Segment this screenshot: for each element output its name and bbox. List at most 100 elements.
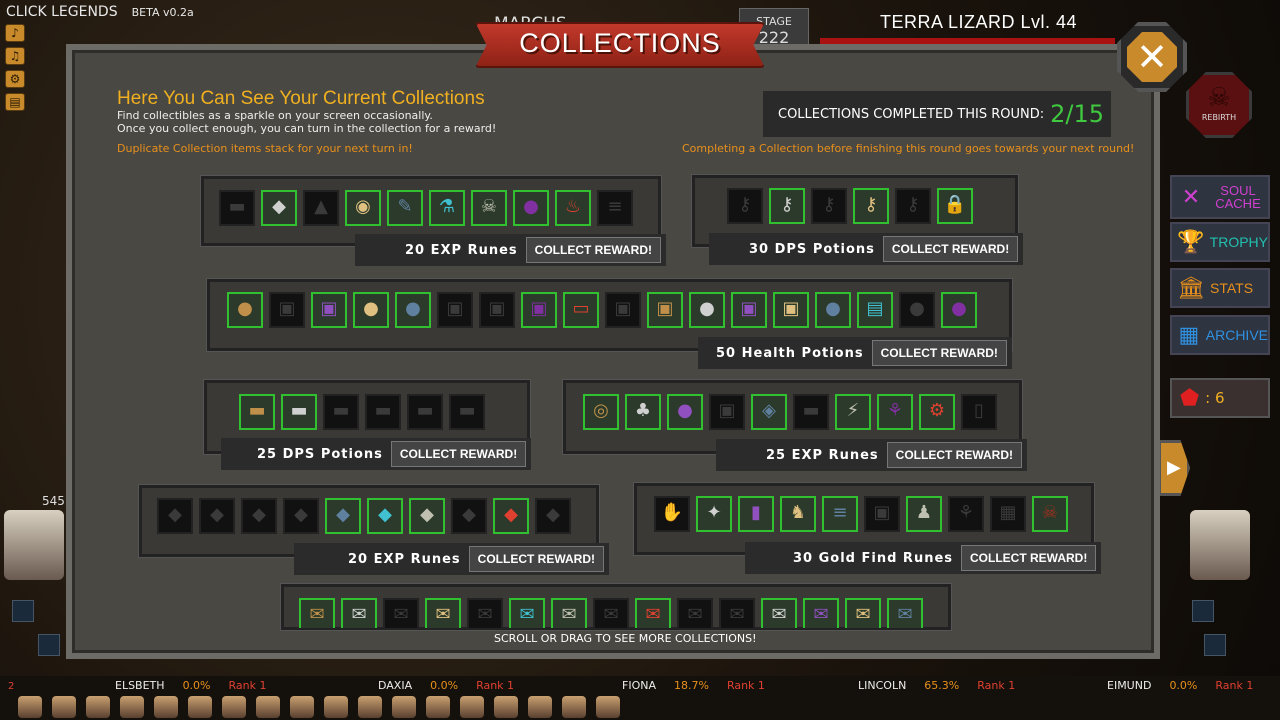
collection-items: ● ▣ ▣ ● ● ▣ ▣ ▣ ▭ ▣ ▣ ● ▣ ▣ ● ▤ ● ● — [227, 292, 977, 328]
book-icon: ▬ — [332, 400, 350, 421]
reward-name: 30 DPS Potions — [749, 241, 875, 257]
collection-reward-row: 30 Gold Find Runes COLLECT REWARD! — [745, 542, 1102, 574]
hero-rank: Rank 1 — [228, 679, 267, 692]
hero-avatar[interactable] — [426, 696, 450, 718]
hero-avatar[interactable] — [120, 696, 144, 718]
gem-icon: ◆ — [210, 504, 224, 525]
hero-avatar[interactable] — [154, 696, 178, 718]
gem-icon: ◆ — [294, 504, 308, 525]
collectible-gem-owned: ◆ — [325, 498, 361, 534]
skill-icon[interactable] — [1204, 634, 1226, 656]
stats-button[interactable]: 🏛 STATS — [1170, 268, 1270, 308]
hero-avatar[interactable] — [460, 696, 484, 718]
hero-avatar[interactable] — [528, 696, 552, 718]
collectible-claw-missing: ✋ — [654, 496, 690, 532]
chest-icon: ▣ — [740, 298, 758, 319]
gem-icon: ◆ — [462, 504, 476, 525]
letter-icon: ✉ — [687, 604, 703, 625]
collectible-book-owned: ▬ — [281, 394, 317, 430]
collectible-chest-owned: ▣ — [647, 292, 683, 328]
hero-avatar[interactable] — [494, 696, 518, 718]
hero-stat: DAXIA 0.0% Rank 1 — [378, 679, 514, 692]
scroll-icon: ≡ — [832, 502, 848, 523]
hero-avatar[interactable] — [358, 696, 382, 718]
duplicate-note: Duplicate Collection items stack for you… — [117, 142, 413, 155]
chest-icon: ▣ — [488, 298, 506, 319]
hero-avatar[interactable] — [222, 696, 246, 718]
trophy-label: TROPHY — [1209, 234, 1268, 250]
crate-icon: ▭ — [572, 298, 590, 319]
reward-name: 25 EXP Runes — [766, 447, 879, 463]
pot-icon: ● — [951, 298, 967, 319]
collectible-totem-owned: ▮ — [738, 496, 774, 532]
subtext-line-1: Find collectibles as a sparkle on your s… — [117, 109, 433, 122]
book-icon: ▬ — [374, 400, 392, 421]
letter-icon: ✉ — [561, 604, 577, 625]
soul-cache-button[interactable]: ✕ SOUL CACHE — [1170, 175, 1270, 219]
book-icon: ▬ — [416, 400, 434, 421]
chest-icon: ▣ — [320, 298, 338, 319]
collectible-book-missing: ▬ — [407, 394, 443, 430]
collectible-letter-missing: ✉ — [383, 598, 419, 628]
hero-name: DAXIA — [378, 679, 413, 692]
collectible-imp-owned: ♞ — [780, 496, 816, 532]
hero-rank: Rank 1 — [977, 679, 1016, 692]
hero-avatar[interactable] — [324, 696, 348, 718]
hero-avatar[interactable] — [290, 696, 314, 718]
hero-avatar[interactable] — [256, 696, 280, 718]
collectible-gem-owned: ◆ — [367, 498, 403, 534]
collect-reward-button[interactable]: COLLECT REWARD! — [525, 237, 661, 263]
collectible-key-missing: ⚷ — [895, 188, 931, 224]
hero-avatar[interactable] — [18, 696, 42, 718]
speaker-icon[interactable]: ♪ — [5, 24, 25, 42]
collect-reward-button[interactable]: COLLECT REWARD! — [882, 236, 1019, 262]
collect-reward-button[interactable]: COLLECT REWARD! — [468, 546, 604, 572]
hero-percent: 0.0% — [182, 679, 211, 692]
collect-reward-button[interactable]: COLLECT REWARD! — [390, 441, 527, 467]
gear-icon[interactable]: ⚙ — [5, 70, 25, 88]
close-button[interactable]: ✕ — [1117, 22, 1187, 92]
rebirth-button[interactable]: ☠ REBIRTH — [1186, 72, 1252, 138]
padlock-icon: 🔒 — [943, 194, 967, 215]
collectible-skull-owned: ☠ — [1032, 496, 1068, 532]
collectible-scroll-owned: ≡ — [822, 496, 858, 532]
hero-percent: 18.7% — [673, 679, 709, 692]
collectible-gear-owned: ⚙ — [919, 394, 955, 430]
collectible-cauldron-owned: ● — [513, 190, 549, 226]
chest-icon: ▣ — [656, 298, 674, 319]
collectible-crystal-owned: ◆ — [261, 190, 297, 226]
collectible-gem-missing: ◆ — [451, 498, 487, 534]
reward-name: 20 EXP Runes — [405, 242, 518, 258]
collect-reward-button[interactable]: COLLECT REWARD! — [886, 442, 1022, 468]
hero-avatar[interactable] — [52, 696, 76, 718]
feather-icon: ✎ — [397, 196, 413, 217]
trophy-button[interactable]: 🏆 TROPHY — [1170, 222, 1270, 262]
skill-icon[interactable] — [12, 600, 34, 622]
collect-reward-button[interactable]: COLLECT REWARD! — [961, 545, 1097, 571]
collectible-letter-missing: ✉ — [467, 598, 503, 628]
hero-avatar[interactable] — [562, 696, 586, 718]
collectible-letter-owned: ✉ — [509, 598, 545, 628]
hero-avatar[interactable] — [392, 696, 416, 718]
save-icon[interactable]: ▤ — [5, 93, 25, 111]
collectible-book-missing: ▬ — [449, 394, 485, 430]
completed-counter: COLLECTIONS COMPLETED THIS ROUND: 2/15 — [763, 91, 1111, 137]
collectible-book-missing: ▬ — [323, 394, 359, 430]
letter-icon: ✉ — [477, 604, 493, 625]
hero-avatar[interactable] — [86, 696, 110, 718]
collectible-letter-owned: ✉ — [845, 598, 881, 628]
collectible-chest-missing: ▣ — [709, 394, 745, 430]
music-icon[interactable]: ♫ — [5, 47, 25, 65]
collectible-map-owned: ▤ — [857, 292, 893, 328]
collectible-chest-owned: ▣ — [731, 292, 767, 328]
hero-avatar[interactable] — [188, 696, 212, 718]
reward-name: 50 Health Potions — [716, 345, 864, 361]
collect-reward-button[interactable]: COLLECT REWARD! — [871, 340, 1007, 366]
collectible-key-missing: ⚷ — [811, 188, 847, 224]
skill-icon[interactable] — [38, 634, 60, 656]
skill-icon[interactable] — [1192, 600, 1214, 622]
gem-icon: ◆ — [420, 504, 434, 525]
collectible-book-missing: ▬ — [219, 190, 255, 226]
hero-avatar[interactable] — [596, 696, 620, 718]
archive-button[interactable]: ▦ ARCHIVE — [1170, 315, 1270, 355]
